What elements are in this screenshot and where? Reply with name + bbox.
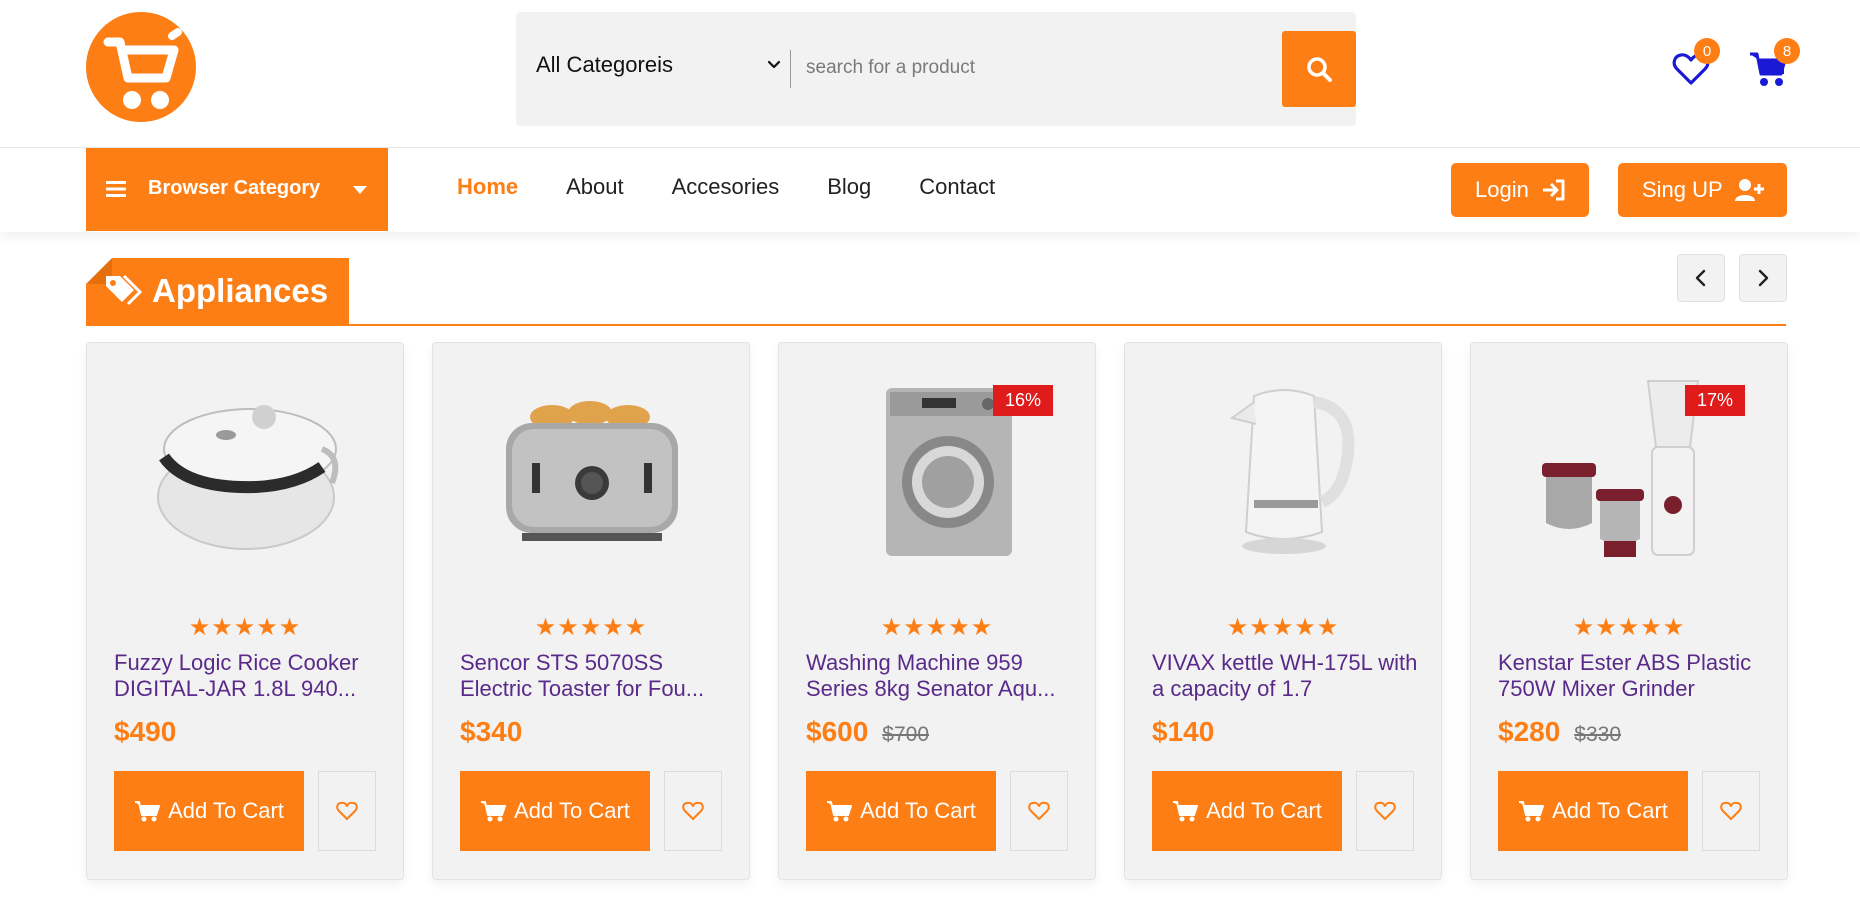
search-button[interactable] <box>1282 31 1356 107</box>
discount-badge: 16% <box>992 385 1053 416</box>
heart-icon <box>1028 801 1050 820</box>
nav-link-about[interactable]: About <box>566 174 624 200</box>
add-to-cart-button[interactable]: Add To Cart <box>460 771 650 851</box>
product-price: $490 <box>114 716 177 747</box>
add-to-cart-button[interactable]: Add To Cart <box>806 771 996 851</box>
toaster-image <box>506 401 678 541</box>
price-row: $280 $330 <box>1498 716 1621 748</box>
product-old-price: $700 <box>882 723 930 746</box>
price-row: $140 <box>1152 716 1214 748</box>
product-card[interactable]: ★★★★★ Sencor STS 5070SS Electric Toaster… <box>432 342 750 880</box>
cart-icon <box>1519 801 1545 822</box>
add-to-cart-button[interactable]: Add To Cart <box>1152 771 1342 851</box>
product-card[interactable]: ★★★★★ VIVAX kettle WH-175L with a capaci… <box>1124 342 1442 880</box>
product-price: $340 <box>460 716 523 747</box>
category-select[interactable]: All Categoreis <box>536 45 786 85</box>
product-card[interactable]: ★★★★★ Fuzzy Logic Rice Cooker DIGITAL-JA… <box>86 342 404 880</box>
add-to-cart-label: Add To Cart <box>860 798 976 823</box>
signup-button[interactable]: Sing UP <box>1618 163 1787 217</box>
product-card[interactable]: 17% ★★★★★ Kenstar Ester ABS Plastic 750W… <box>1470 342 1788 880</box>
rating-stars: ★★★★★ <box>188 614 302 641</box>
product-card[interactable]: 16% ★★★★★ Washing Machine 959 Series 8kg… <box>778 342 1096 880</box>
wishlist-count-badge: 0 <box>1694 38 1720 64</box>
chevron-right-icon <box>1758 269 1769 287</box>
heart-icon <box>336 801 358 820</box>
search-bar: All Categoreis <box>516 12 1356 126</box>
nav-link-contact[interactable]: Contact <box>919 174 995 200</box>
add-to-cart-button[interactable]: Add To Cart <box>114 771 304 851</box>
browse-category-label: Browser Category <box>148 177 321 199</box>
price-row: $600 $700 <box>806 716 929 748</box>
login-button[interactable]: Login <box>1451 163 1589 217</box>
user-plus-icon <box>1734 179 1764 201</box>
sign-in-icon <box>1542 179 1565 201</box>
shopping-cart-logo-icon <box>103 28 182 109</box>
rating-stars: ★★★★★ <box>534 614 648 641</box>
add-to-wishlist-button[interactable] <box>1702 771 1760 851</box>
heart-icon <box>682 801 704 820</box>
cart-icon <box>1173 801 1199 822</box>
nav-link-blog[interactable]: Blog <box>827 174 871 200</box>
product-image-rice-cooker[interactable] <box>127 383 365 561</box>
section-title-tag: Appliances <box>86 258 349 324</box>
chevron-down-icon <box>767 60 781 69</box>
product-price: $600 <box>806 716 869 747</box>
product-price: $140 <box>1152 716 1215 747</box>
search-divider <box>790 50 791 88</box>
nav-link-accesories[interactable]: Accesories <box>672 174 780 200</box>
cart-icon <box>827 801 853 822</box>
chevron-left-icon <box>1695 269 1706 287</box>
product-image-toaster[interactable] <box>473 383 711 561</box>
rating-stars: ★★★★★ <box>1572 614 1686 641</box>
section-header: Appliances <box>86 258 1786 326</box>
cart-icon <box>481 801 507 822</box>
main-navbar: Browser Category Home About Accesories B… <box>0 148 1860 232</box>
rating-stars: ★★★★★ <box>1226 614 1340 641</box>
logo[interactable] <box>86 12 196 122</box>
cart-count-badge: 8 <box>1774 38 1800 64</box>
product-name[interactable]: Sencor STS 5070SS Electric Toaster for F… <box>460 650 730 702</box>
cart-icon <box>135 801 161 822</box>
product-image-kettle[interactable] <box>1165 383 1403 561</box>
caret-down-icon <box>353 186 367 194</box>
add-to-wishlist-button[interactable] <box>1010 771 1068 851</box>
menu-icon <box>106 181 126 197</box>
search-icon <box>1307 57 1332 82</box>
add-to-cart-label: Add To Cart <box>1552 798 1668 823</box>
add-to-wishlist-button[interactable] <box>664 771 722 851</box>
add-to-cart-label: Add To Cart <box>1206 798 1322 823</box>
section-title: Appliances <box>152 272 329 309</box>
login-label: Login <box>1475 177 1529 202</box>
nav-links: Home About Accesories Blog Contact <box>457 174 1043 200</box>
search-input[interactable] <box>806 48 1266 88</box>
rating-stars: ★★★★★ <box>880 614 994 641</box>
product-name[interactable]: VIVAX kettle WH-175L with a capacity of … <box>1152 650 1422 702</box>
add-to-cart-label: Add To Cart <box>514 798 630 823</box>
add-to-wishlist-button[interactable] <box>1356 771 1414 851</box>
nav-link-home[interactable]: Home <box>457 174 518 200</box>
tags-icon <box>106 274 143 306</box>
category-select-value: All Categoreis <box>536 52 673 77</box>
top-header: All Categoreis 0 8 <box>0 0 1860 148</box>
product-name[interactable]: Kenstar Ester ABS Plastic 750W Mixer Gri… <box>1498 650 1768 702</box>
discount-badge: 17% <box>1684 385 1745 416</box>
add-to-cart-button[interactable]: Add To Cart <box>1498 771 1688 851</box>
product-price: $280 <box>1498 716 1561 747</box>
price-row: $490 <box>114 716 176 748</box>
price-row: $340 <box>460 716 522 748</box>
carousel-prev-button[interactable] <box>1677 254 1725 302</box>
heart-icon <box>1374 801 1396 820</box>
browse-category-button[interactable]: Browser Category <box>86 148 388 231</box>
add-to-cart-label: Add To Cart <box>168 798 284 823</box>
product-name[interactable]: Fuzzy Logic Rice Cooker DIGITAL-JAR 1.8L… <box>114 650 384 702</box>
product-name[interactable]: Washing Machine 959 Series 8kg Senator A… <box>806 650 1076 702</box>
add-to-wishlist-button[interactable] <box>318 771 376 851</box>
carousel-next-button[interactable] <box>1739 254 1787 302</box>
product-old-price: $330 <box>1574 723 1622 746</box>
signup-label: Sing UP <box>1642 177 1723 202</box>
rice-cooker-image <box>157 405 339 550</box>
kettle-image <box>1229 389 1355 554</box>
heart-icon <box>1720 801 1742 820</box>
